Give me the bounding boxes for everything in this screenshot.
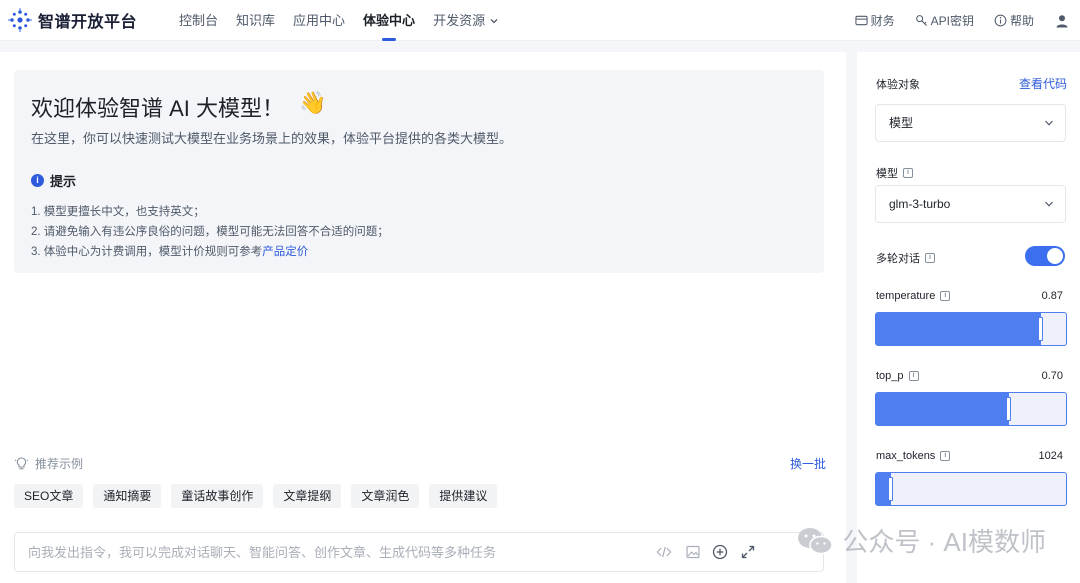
waving-hand-icon: 👋 — [299, 90, 327, 115]
tip-heading: i 提示 — [31, 171, 76, 190]
slider-fill — [876, 393, 1009, 425]
top-p-label: top_p i — [876, 370, 919, 382]
api-key-link[interactable]: API密钥 — [915, 12, 974, 29]
max-tokens-label: max_tokens i — [876, 450, 951, 462]
tip-item: 1. 模型更擅长中文，也支持英文； — [31, 206, 205, 218]
temperature-slider[interactable] — [875, 312, 1067, 346]
image-icon[interactable] — [685, 544, 701, 560]
zhipu-logo-icon — [8, 8, 32, 32]
slider-fill — [876, 313, 1041, 345]
config-panel: 体验对象 查看代码 模型 模型 i glm-3-turbo 多轮对话 i tempe… — [857, 52, 1080, 583]
nav-item-dev-resources-label: 开发资源 — [433, 12, 486, 28]
slider-thumb[interactable] — [1038, 317, 1043, 341]
max-tokens-slider[interactable] — [875, 472, 1067, 506]
max-tokens-label-text: max_tokens — [876, 450, 936, 462]
temperature-value: 0.87 — [1041, 290, 1063, 302]
example-chip[interactable]: 文章润色 — [351, 484, 420, 508]
top-navigation-bar: 智谱开放平台 控制台 知识库 应用中心 体验中心 开发资源 财务 API密钥 帮… — [0, 0, 1080, 41]
finance-label: 财务 — [870, 14, 895, 28]
watermark-text: 公众号 · AI模数师 — [842, 527, 1046, 557]
slider-thumb[interactable] — [1006, 397, 1011, 421]
help-link[interactable]: 帮助 — [994, 12, 1034, 29]
refresh-examples-button[interactable]: 换一批 — [790, 455, 826, 472]
target-label-text: 体验对象 — [876, 79, 920, 91]
chevron-down-icon — [490, 19, 498, 24]
chevron-down-icon — [1045, 201, 1053, 207]
info-icon[interactable]: i — [940, 451, 951, 461]
chevron-down-icon — [1045, 120, 1053, 126]
multi-turn-toggle[interactable] — [1025, 246, 1065, 266]
info-circle-icon — [994, 14, 1007, 27]
prompt-input[interactable] — [15, 533, 635, 571]
target-select[interactable]: 模型 — [875, 104, 1066, 142]
nav-item-experience-center[interactable]: 体验中心 — [354, 0, 424, 41]
temperature-label: temperature i — [876, 290, 951, 302]
brand[interactable]: 智谱开放平台 — [8, 8, 160, 32]
finance-link[interactable]: 财务 — [855, 12, 895, 29]
temperature-label-text: temperature — [876, 290, 936, 302]
example-chip[interactable]: SEO文章 — [14, 484, 84, 508]
multi-turn-label-text: 多轮对话 — [876, 253, 920, 265]
model-select-value: glm-3-turbo — [889, 197, 951, 211]
welcome-subtitle: 在这里，你可以快速测试大模型在业务场景上的效果，体验平台提供的各类大模型。 — [31, 131, 513, 146]
example-chip[interactable]: 童话故事创作 — [171, 484, 264, 508]
info-icon[interactable]: i — [908, 371, 919, 381]
tip-item: 2. 请避免输入有违公序良俗的问题，模型可能无法回答不合适的问题； — [31, 226, 389, 238]
slider-thumb[interactable] — [888, 477, 893, 501]
wallet-icon — [855, 15, 868, 26]
max-tokens-value: 1024 — [1038, 450, 1063, 462]
tip-item-text: 3. 体验中心为计费调用，模型计价规则可参考 — [31, 246, 263, 258]
model-label: 模型 i — [876, 165, 913, 181]
prompt-box — [14, 532, 824, 572]
code-icon[interactable] — [656, 544, 672, 560]
nav-item-knowledge-base[interactable]: 知识库 — [227, 0, 284, 41]
info-icon[interactable]: i — [940, 291, 951, 301]
user-icon[interactable] — [1054, 13, 1070, 29]
brand-name: 智谱开放平台 — [38, 14, 138, 31]
model-select[interactable]: glm-3-turbo — [875, 185, 1066, 223]
example-chip[interactable]: 文章提纲 — [273, 484, 342, 508]
info-icon[interactable]: i — [903, 168, 913, 178]
example-chip[interactable]: 提供建议 — [429, 484, 498, 508]
example-chip[interactable]: 通知摘要 — [93, 484, 162, 508]
top-p-label-text: top_p — [876, 370, 904, 382]
toggle-knob — [1047, 248, 1063, 264]
lightbulb-icon — [14, 457, 29, 470]
expand-icon[interactable] — [740, 544, 756, 560]
help-label: 帮助 — [1009, 14, 1034, 28]
tip-title: 提示 — [50, 174, 77, 189]
key-icon — [915, 15, 927, 26]
main-nav: 控制台 知识库 应用中心 体验中心 开发资源 — [170, 0, 508, 41]
nav-right: 财务 API密钥 帮助 — [855, 0, 1080, 41]
example-chips: SEO文章 通知摘要 童话故事创作 文章提纲 文章润色 提供建议 — [14, 484, 507, 508]
recommend-title: 推荐示例 — [35, 457, 84, 471]
api-key-label: API密钥 — [930, 14, 974, 28]
welcome-title: 欢迎体验智谱 AI 大模型！ — [31, 96, 285, 121]
top-p-value: 0.70 — [1041, 370, 1063, 382]
multi-turn-label: 多轮对话 i — [876, 250, 935, 266]
info-icon: i — [31, 174, 44, 187]
target-label: 体验对象 — [876, 76, 920, 92]
nav-item-console[interactable]: 控制台 — [170, 0, 227, 41]
view-code-link[interactable]: 查看代码 — [1019, 75, 1067, 92]
tip-item: 3. 体验中心为计费调用，模型计价规则可参考产品定价 — [31, 242, 389, 262]
wechat-watermark: 公众号 · AI模数师 — [796, 522, 1046, 559]
pricing-link[interactable]: 产品定价 — [262, 246, 308, 258]
nav-item-app-center[interactable]: 应用中心 — [284, 0, 354, 41]
info-icon[interactable]: i — [925, 253, 935, 263]
recommend-heading: 推荐示例 — [14, 455, 83, 472]
main-panel: 欢迎体验智谱 AI 大模型！ 👋 在这里，你可以快速测试大模型在业务场景上的效果… — [0, 52, 846, 583]
model-label-text: 模型 — [876, 168, 898, 180]
tip-list: 1. 模型更擅长中文，也支持英文； 2. 请避免输入有违公序良俗的问题，模型可能… — [31, 202, 389, 262]
welcome-card: 欢迎体验智谱 AI 大模型！ 👋 在这里，你可以快速测试大模型在业务场景上的效果… — [14, 70, 824, 273]
top-p-slider[interactable] — [875, 392, 1067, 426]
target-select-value: 模型 — [889, 116, 914, 130]
wechat-icon — [798, 527, 834, 554]
nav-item-dev-resources[interactable]: 开发资源 — [424, 0, 508, 41]
add-icon[interactable] — [712, 544, 728, 560]
